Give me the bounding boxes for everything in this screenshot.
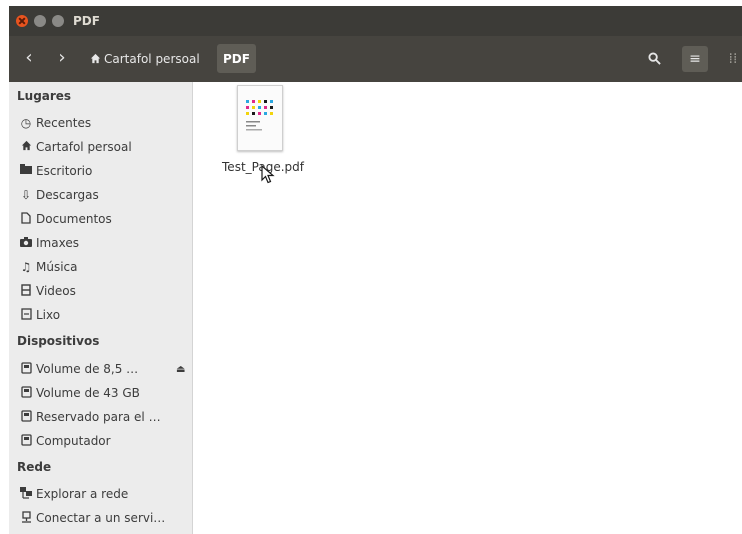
- home-icon: [90, 53, 101, 64]
- sidebar-item-label: Videos: [36, 284, 76, 298]
- places-sidebar: Lugares ◷ Recentes Cartafol persoal Escr…: [9, 82, 193, 534]
- drive-icon: [19, 385, 33, 401]
- network-header: Rede: [17, 460, 52, 474]
- file-manager-window: PDF ‹ › Cartafol persoal PDF ≡ ⁞⁞ Lugare…: [9, 6, 742, 534]
- network-icon: [19, 486, 33, 502]
- sidebar-item-label: Imaxes: [36, 236, 79, 250]
- sidebar-item-lixo[interactable]: Lixo: [19, 305, 189, 325]
- mouse-pointer-icon: [261, 165, 275, 184]
- drive-icon: [19, 409, 33, 425]
- download-icon: ⇩: [20, 188, 32, 202]
- devices-header: Dispositivos: [17, 334, 100, 348]
- window-title: PDF: [73, 14, 100, 28]
- sidebar-item-volume-8-5[interactable]: Volume de 8,5 … ⏏: [19, 359, 189, 379]
- server-icon: [19, 510, 33, 526]
- sidebar-item-label: Explorar a rede: [36, 487, 129, 501]
- sidebar-item-label: Reservado para el …: [36, 410, 161, 424]
- forward-button[interactable]: ›: [51, 48, 73, 70]
- sidebar-item-musica[interactable]: ♫ Música: [19, 257, 189, 277]
- camera-icon: [19, 236, 33, 250]
- file-view[interactable]: Test_Page.pdf: [193, 82, 742, 534]
- grid-view-button[interactable]: ⁞⁞: [720, 46, 742, 72]
- sidebar-item-home[interactable]: Cartafol persoal: [19, 137, 189, 157]
- search-button[interactable]: [641, 46, 667, 72]
- sidebar-item-conectar-servidor[interactable]: Conectar a un servi…: [19, 508, 189, 528]
- sidebar-item-label: Música: [36, 260, 78, 274]
- sidebar-item-videos[interactable]: Videos: [19, 281, 189, 301]
- close-window-button[interactable]: [16, 15, 28, 27]
- desktop-icon: [19, 164, 33, 178]
- pdf-thumbnail-icon: [237, 85, 283, 151]
- sidebar-item-label: Volume de 43 GB: [36, 386, 140, 400]
- header-toolbar: ‹ › Cartafol persoal PDF ≡ ⁞⁞: [9, 36, 742, 82]
- breadcrumb-home[interactable]: Cartafol persoal: [82, 44, 208, 73]
- eject-icon[interactable]: ⏏: [176, 364, 185, 375]
- sidebar-item-label: Volume de 8,5 …: [36, 362, 139, 376]
- search-icon: [647, 52, 661, 65]
- maximize-window-button[interactable]: [52, 15, 64, 27]
- trash-icon: [19, 307, 33, 323]
- back-button[interactable]: ‹: [18, 48, 40, 70]
- sidebar-item-label: Escritorio: [36, 164, 93, 178]
- sidebar-item-imaxes[interactable]: Imaxes: [19, 233, 189, 253]
- sidebar-item-explorar-rede[interactable]: Explorar a rede: [19, 484, 189, 504]
- clock-icon: ◷: [20, 116, 32, 130]
- document-icon: [19, 211, 33, 227]
- sidebar-item-label: Descargas: [36, 188, 99, 202]
- title-bar[interactable]: PDF: [9, 6, 742, 36]
- drive-icon: [19, 433, 33, 449]
- breadcrumb-home-label: Cartafol persoal: [104, 51, 200, 66]
- sidebar-item-documentos[interactable]: Documentos: [19, 209, 189, 229]
- sidebar-item-descargas[interactable]: ⇩ Descargas: [19, 185, 189, 205]
- sidebar-item-reservado[interactable]: Reservado para el …: [19, 407, 189, 427]
- video-icon: [19, 283, 33, 299]
- sidebar-item-label: Lixo: [36, 308, 61, 322]
- home-icon: [19, 140, 33, 154]
- list-view-button[interactable]: ≡: [682, 46, 708, 72]
- breadcrumb-current[interactable]: PDF: [217, 44, 256, 73]
- sidebar-item-recentes[interactable]: ◷ Recentes: [19, 113, 189, 133]
- music-icon: ♫: [20, 260, 32, 274]
- sidebar-item-escritorio[interactable]: Escritorio: [19, 161, 189, 181]
- sidebar-item-label: Recentes: [36, 116, 92, 130]
- minimize-window-button[interactable]: [34, 15, 46, 27]
- sidebar-item-label: Cartafol persoal: [36, 140, 132, 154]
- sidebar-item-computador[interactable]: Computador: [19, 431, 189, 451]
- sidebar-item-volume-43gb[interactable]: Volume de 43 GB: [19, 383, 189, 403]
- sidebar-item-label: Conectar a un servi…: [36, 511, 166, 525]
- places-header: Lugares: [17, 89, 72, 103]
- sidebar-item-label: Computador: [36, 434, 111, 448]
- drive-icon: [19, 361, 33, 377]
- sidebar-item-label: Documentos: [36, 212, 112, 226]
